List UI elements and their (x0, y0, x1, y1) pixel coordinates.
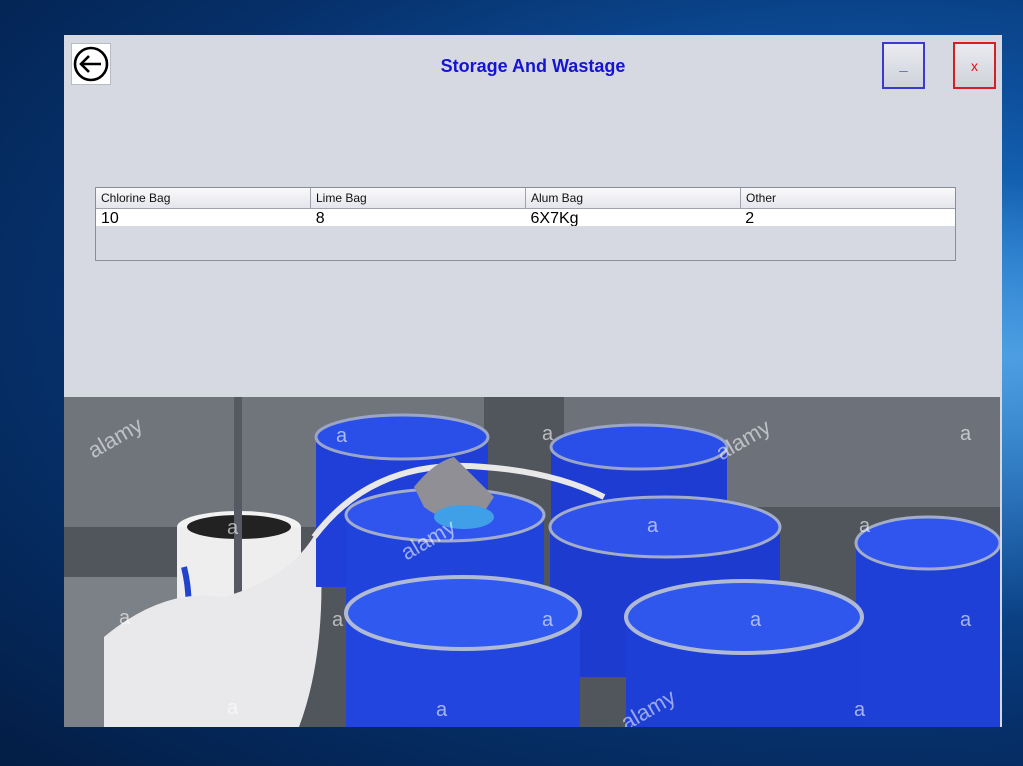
watermark-mark: a (960, 609, 972, 631)
cell-other[interactable]: 2 (740, 209, 955, 226)
watermark-mark: a (859, 515, 871, 537)
watermark-mark: a (750, 609, 762, 631)
watermark-mark: a (119, 607, 131, 629)
table-header: Chlorine Bag Lime Bag Alum Bag Other (96, 188, 955, 209)
cell-chlorine-bag[interactable]: 10 (96, 209, 311, 226)
watermark-mark: a (854, 699, 866, 721)
barrels-illustration (64, 397, 1000, 727)
watermark-mark: a (332, 609, 344, 631)
page-title: Storage And Wastage (440, 56, 626, 76)
cell-lime-bag[interactable]: 8 (311, 209, 526, 226)
storage-barrels-photo: alamy alamy alamy alamy a a a a a a a a … (64, 397, 1000, 727)
cell-alum-bag[interactable]: 6X7Kg (526, 209, 741, 226)
watermark-mark: a (542, 423, 554, 445)
watermark-mark: a (227, 517, 239, 539)
column-header-chlorine-bag[interactable]: Chlorine Bag (96, 188, 311, 209)
watermark-mark: a (436, 699, 448, 721)
table-row[interactable]: 10 8 6X7Kg 2 (96, 209, 955, 226)
watermark-mark: a (960, 423, 972, 445)
column-header-other[interactable]: Other (741, 188, 955, 209)
watermark-mark: a (336, 425, 348, 447)
column-header-lime-bag[interactable]: Lime Bag (311, 188, 526, 209)
watermark-mark: a (647, 515, 659, 537)
minimize-button[interactable]: _ (882, 42, 925, 89)
watermark-mark: a (542, 609, 554, 631)
close-button[interactable]: x (953, 42, 996, 89)
storage-table: Chlorine Bag Lime Bag Alum Bag Other 10 … (95, 187, 956, 261)
storage-wastage-window: Storage And Wastage _ x Chlorine Bag Lim… (64, 35, 1002, 727)
column-header-alum-bag[interactable]: Alum Bag (526, 188, 741, 209)
watermark-mark: a (227, 697, 239, 719)
